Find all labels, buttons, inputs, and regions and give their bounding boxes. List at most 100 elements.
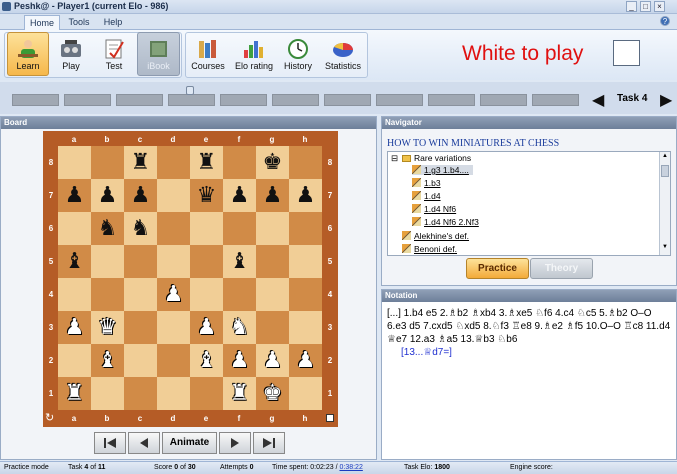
tree-folder-rare-variations[interactable]: Rare variations — [402, 153, 471, 163]
flip-board-icon[interactable]: ↻ — [45, 411, 54, 424]
square-f7[interactable]: ♟ — [223, 179, 256, 212]
learn-button[interactable]: Learn — [7, 32, 49, 76]
tab-help[interactable]: Help — [98, 15, 128, 30]
black-king-icon[interactable]: ♚ — [263, 151, 283, 174]
black-pawn-icon[interactable]: ♟ — [98, 184, 118, 207]
help-icon[interactable]: ? — [660, 16, 670, 26]
black-bishop-icon[interactable]: ♝ — [65, 250, 85, 273]
ibook-button[interactable]: iBook — [137, 32, 180, 76]
square-f6[interactable] — [223, 212, 256, 245]
maximize-button[interactable]: □ — [640, 1, 651, 12]
square-h2[interactable]: ♟ — [289, 344, 322, 377]
square-g7[interactable]: ♟ — [256, 179, 289, 212]
square-b1[interactable] — [91, 377, 124, 410]
history-button[interactable]: History — [278, 32, 318, 76]
white-rook-icon[interactable]: ♜ — [65, 382, 85, 405]
square-a6[interactable] — [58, 212, 91, 245]
tree-item-selected[interactable]: 1.g3 1.b4.... — [412, 165, 473, 175]
square-b3[interactable]: ♛ — [91, 311, 124, 344]
square-a2[interactable] — [58, 344, 91, 377]
tab-tools[interactable]: Tools — [64, 15, 94, 30]
black-knight-icon[interactable]: ♞ — [98, 217, 118, 240]
square-h7[interactable]: ♟ — [289, 179, 322, 212]
square-b8[interactable] — [91, 146, 124, 179]
black-pawn-icon[interactable]: ♟ — [65, 184, 85, 207]
square-f2[interactable]: ♟ — [223, 344, 256, 377]
white-bishop-icon[interactable]: ♝ — [98, 349, 118, 372]
square-d3[interactable] — [157, 311, 190, 344]
white-bishop-icon[interactable]: ♝ — [197, 349, 217, 372]
white-pawn-icon[interactable]: ♟ — [164, 283, 184, 306]
square-d6[interactable] — [157, 212, 190, 245]
tree-item[interactable]: Alekhine's def. — [402, 231, 469, 241]
close-button[interactable]: × — [654, 1, 665, 12]
square-h4[interactable] — [289, 278, 322, 311]
task-progress-segment[interactable] — [480, 94, 527, 106]
elo-rating-button[interactable]: Elo rating — [232, 32, 276, 76]
square-h6[interactable] — [289, 212, 322, 245]
square-g6[interactable] — [256, 212, 289, 245]
square-c5[interactable] — [124, 245, 157, 278]
statistics-button[interactable]: Statistics — [320, 32, 366, 76]
square-b7[interactable]: ♟ — [91, 179, 124, 212]
task-progress-segment[interactable] — [532, 94, 579, 106]
square-a8[interactable] — [58, 146, 91, 179]
task-progress-segment[interactable] — [272, 94, 319, 106]
black-knight-icon[interactable]: ♞ — [131, 217, 151, 240]
tree-scrollbar[interactable]: ▲ ▼ — [659, 152, 670, 255]
black-queen-icon[interactable]: ♛ — [197, 184, 217, 207]
theory-button[interactable]: Theory — [530, 258, 593, 279]
task-progress-segment[interactable] — [376, 94, 423, 106]
task-progress-segment[interactable] — [116, 94, 163, 106]
square-d7[interactable] — [157, 179, 190, 212]
square-g4[interactable] — [256, 278, 289, 311]
previous-move-button[interactable] — [128, 432, 160, 454]
square-d2[interactable] — [157, 344, 190, 377]
white-pawn-icon[interactable]: ♟ — [230, 349, 250, 372]
variation-moves[interactable]: [13...♕d7=] — [387, 346, 671, 359]
square-d8[interactable] — [157, 146, 190, 179]
chess-board[interactable]: a a b b c c d d e e f f g g h h 8 8 7 7 6 6 5 5 4 4 3 3 2 2 1 1 ♜ ♜ ♚ ♟ ♟ ♟ ♛ ♟… — [43, 131, 338, 427]
square-b2[interactable]: ♝ — [91, 344, 124, 377]
white-pawn-icon[interactable]: ♟ — [197, 316, 217, 339]
previous-task-button[interactable]: ◀ — [592, 90, 604, 110]
tree-item[interactable]: 1.b3 — [412, 178, 441, 188]
black-bishop-icon[interactable]: ♝ — [230, 250, 250, 273]
status-time-total[interactable]: 0:38:22 — [339, 464, 362, 471]
last-move-button[interactable] — [253, 432, 285, 454]
square-h3[interactable] — [289, 311, 322, 344]
square-c8[interactable]: ♜ — [124, 146, 157, 179]
square-g5[interactable] — [256, 245, 289, 278]
tab-home[interactable]: Home — [24, 15, 60, 30]
white-rook-icon[interactable]: ♜ — [230, 382, 250, 405]
square-f1[interactable]: ♜ — [223, 377, 256, 410]
square-d4[interactable]: ♟ — [157, 278, 190, 311]
square-e3[interactable]: ♟ — [190, 311, 223, 344]
square-c3[interactable] — [124, 311, 157, 344]
task-progress-segment[interactable] — [168, 94, 215, 106]
square-d5[interactable] — [157, 245, 190, 278]
square-e2[interactable]: ♝ — [190, 344, 223, 377]
next-move-button[interactable] — [219, 432, 251, 454]
square-h5[interactable] — [289, 245, 322, 278]
minimize-button[interactable]: _ — [626, 1, 637, 12]
square-f3[interactable]: ♞ — [223, 311, 256, 344]
square-b4[interactable] — [91, 278, 124, 311]
square-e1[interactable] — [190, 377, 223, 410]
square-e6[interactable] — [190, 212, 223, 245]
task-progress-segment[interactable] — [64, 94, 111, 106]
tree-item[interactable]: 1.d4 Nf6 — [412, 204, 456, 214]
move-notation[interactable]: [...] 1.b4 e5 2.♗b2 ♗xb4 3.♗xe5 ♘f6 4.c4… — [387, 307, 671, 359]
animate-button[interactable]: Animate — [162, 432, 217, 454]
square-e4[interactable] — [190, 278, 223, 311]
square-c1[interactable] — [124, 377, 157, 410]
square-f5[interactable]: ♝ — [223, 245, 256, 278]
main-line-moves[interactable]: [...] 1.b4 e5 2.♗b2 ♗xb4 3.♗xe5 ♘f6 4.c4… — [387, 307, 671, 346]
square-a3[interactable]: ♟ — [58, 311, 91, 344]
scroll-thumb[interactable] — [661, 165, 669, 177]
black-pawn-icon[interactable]: ♟ — [131, 184, 151, 207]
scroll-up-icon[interactable]: ▲ — [661, 153, 669, 163]
square-c6[interactable]: ♞ — [124, 212, 157, 245]
square-a1[interactable]: ♜ — [58, 377, 91, 410]
white-knight-icon[interactable]: ♞ — [230, 316, 250, 339]
